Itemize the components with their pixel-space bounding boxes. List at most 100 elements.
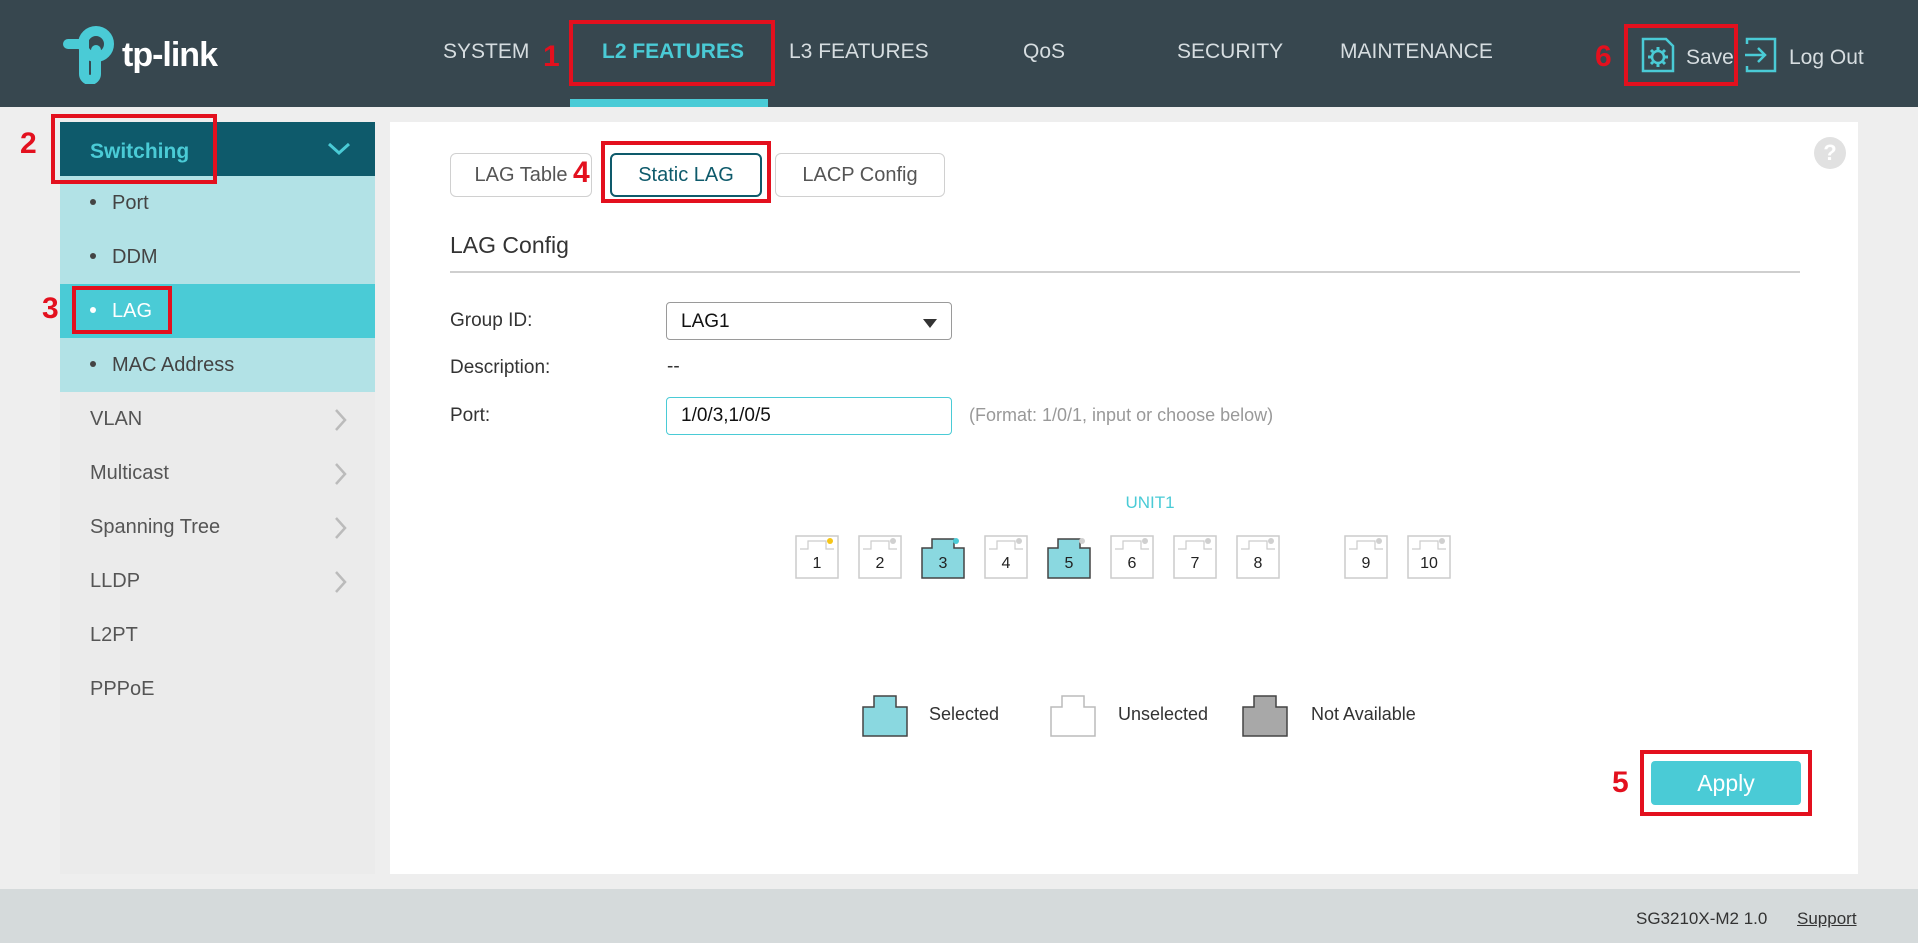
annotation-number-2: 2 bbox=[20, 127, 37, 160]
sidebar-item-spanning-tree[interactable]: Spanning Tree bbox=[60, 500, 375, 554]
port-led bbox=[1142, 538, 1148, 544]
port-led bbox=[1439, 538, 1445, 544]
sidebar-item-label: Spanning Tree bbox=[90, 516, 221, 538]
chevron-down-icon bbox=[327, 138, 351, 164]
port-4[interactable]: 4 bbox=[984, 535, 1028, 579]
port-5[interactable]: 5 bbox=[1047, 535, 1091, 579]
legend-not-available-icon bbox=[1242, 695, 1288, 742]
port-9[interactable]: 9 bbox=[1344, 535, 1388, 579]
unit-label: UNIT1 bbox=[1125, 493, 1175, 512]
sidebar-item-pppoe[interactable]: PPPoE bbox=[60, 662, 375, 716]
port-led bbox=[1016, 538, 1022, 544]
port-led bbox=[1079, 538, 1085, 544]
annotation-number-6: 6 bbox=[1595, 40, 1612, 73]
port-led bbox=[890, 538, 896, 544]
port-number: 1 bbox=[812, 555, 822, 572]
sidebar: Switching Port DDM LAG MAC Address VLAN … bbox=[60, 122, 375, 874]
port-led bbox=[953, 538, 959, 544]
section-title: LAG Config bbox=[450, 232, 569, 258]
tp-link-logo-icon bbox=[58, 26, 116, 85]
logo-text: tp-link bbox=[122, 35, 218, 74]
annotation-box-2 bbox=[51, 114, 217, 184]
nav-security[interactable]: SECURITY bbox=[1177, 40, 1283, 64]
sidebar-item-port[interactable]: Port bbox=[60, 176, 375, 230]
sidebar-item-mac-address[interactable]: MAC Address bbox=[60, 338, 375, 392]
port-8[interactable]: 8 bbox=[1236, 535, 1280, 579]
nav-l3-features[interactable]: L3 FEATURES bbox=[789, 40, 929, 64]
logout-label: Log Out bbox=[1789, 46, 1864, 69]
sidebar-item-lldp[interactable]: LLDP bbox=[60, 554, 375, 608]
port-led bbox=[827, 538, 833, 544]
port-number: 2 bbox=[875, 555, 885, 572]
annotation-number-1: 1 bbox=[543, 40, 560, 73]
sidebar-item-label: L2PT bbox=[90, 624, 138, 646]
port-10[interactable]: 10 bbox=[1407, 535, 1451, 579]
nav-system[interactable]: SYSTEM bbox=[443, 40, 529, 64]
legend-unselected-label: Unselected bbox=[1118, 704, 1209, 724]
group-id-label: Group ID: bbox=[450, 310, 533, 331]
tab-lacp-config[interactable]: LACP Config bbox=[775, 153, 945, 197]
group-id-select[interactable]: LAG1 bbox=[666, 302, 952, 340]
annotation-box-3 bbox=[72, 286, 172, 334]
logout-button[interactable]: Log Out bbox=[1743, 36, 1864, 80]
chevron-right-icon bbox=[333, 462, 347, 492]
annotation-number-5: 5 bbox=[1612, 766, 1629, 799]
port-1[interactable]: 1 bbox=[795, 535, 839, 579]
annotation-box-6 bbox=[1624, 24, 1738, 86]
annotation-number-3: 3 bbox=[42, 292, 59, 325]
support-link[interactable]: Support bbox=[1797, 909, 1857, 929]
nav-qos[interactable]: QoS bbox=[1023, 40, 1065, 64]
main-panel: ? LAG Table Static LAG LACP Config LAG C… bbox=[390, 122, 1858, 874]
sidebar-item-label: Port bbox=[112, 192, 149, 214]
legend-not-available-label: Not Available bbox=[1311, 704, 1416, 724]
legend-selected-icon bbox=[862, 695, 908, 742]
sidebar-item-l2pt[interactable]: L2PT bbox=[60, 608, 375, 662]
caret-down-icon bbox=[923, 319, 937, 328]
nav-maintenance[interactable]: MAINTENANCE bbox=[1340, 40, 1493, 64]
section-divider bbox=[450, 271, 1800, 273]
tab-lag-table[interactable]: LAG Table bbox=[450, 153, 592, 197]
sidebar-item-multicast[interactable]: Multicast bbox=[60, 446, 375, 500]
port-number: 4 bbox=[1001, 555, 1011, 572]
annotation-box-1 bbox=[569, 20, 775, 86]
model-version: SG3210X-M2 1.0 bbox=[1636, 909, 1768, 928]
annotation-box-5 bbox=[1640, 750, 1812, 816]
port-number: 6 bbox=[1127, 555, 1137, 572]
port-label: Port: bbox=[450, 405, 491, 426]
port-number: 7 bbox=[1190, 555, 1200, 572]
port-number: 9 bbox=[1361, 555, 1371, 572]
port-input[interactable] bbox=[666, 397, 952, 435]
sidebar-item-label: VLAN bbox=[90, 408, 143, 430]
description-value: -- bbox=[667, 356, 680, 377]
help-icon[interactable]: ? bbox=[1814, 137, 1846, 169]
port-6[interactable]: 6 bbox=[1110, 535, 1154, 579]
sidebar-item-vlan[interactable]: VLAN bbox=[60, 392, 375, 446]
port-3[interactable]: 3 bbox=[921, 535, 965, 579]
port-led bbox=[1268, 538, 1274, 544]
chevron-right-icon bbox=[333, 570, 347, 600]
port-led bbox=[1376, 538, 1382, 544]
sidebar-item-ddm[interactable]: DDM bbox=[60, 230, 375, 284]
annotation-number-4: 4 bbox=[573, 156, 590, 189]
group-id-value: LAG1 bbox=[681, 311, 730, 332]
port-2[interactable]: 2 bbox=[858, 535, 902, 579]
annotation-box-4 bbox=[601, 141, 771, 203]
port-number: 8 bbox=[1253, 555, 1263, 572]
chevron-right-icon bbox=[333, 516, 347, 546]
port-number: 3 bbox=[938, 555, 948, 572]
port-format-hint: (Format: 1/0/1, input or choose below) bbox=[969, 405, 1274, 425]
legend-unselected-icon bbox=[1050, 695, 1096, 742]
tp-link-logo: tp-link bbox=[58, 26, 218, 85]
sidebar-item-label: MAC Address bbox=[112, 354, 235, 376]
port-number: 10 bbox=[1420, 555, 1438, 572]
port-number: 5 bbox=[1064, 555, 1074, 572]
sidebar-item-label: LLDP bbox=[90, 570, 141, 592]
footer: SG3210X-M2 1.0 Support bbox=[0, 889, 1918, 943]
chevron-right-icon bbox=[333, 408, 347, 438]
legend-selected-label: Selected bbox=[929, 704, 1000, 724]
sidebar-item-label: Multicast bbox=[90, 462, 169, 484]
description-label: Description: bbox=[450, 357, 551, 378]
port-7[interactable]: 7 bbox=[1173, 535, 1217, 579]
sidebar-item-label: PPPoE bbox=[90, 678, 155, 700]
logout-icon bbox=[1743, 36, 1779, 80]
